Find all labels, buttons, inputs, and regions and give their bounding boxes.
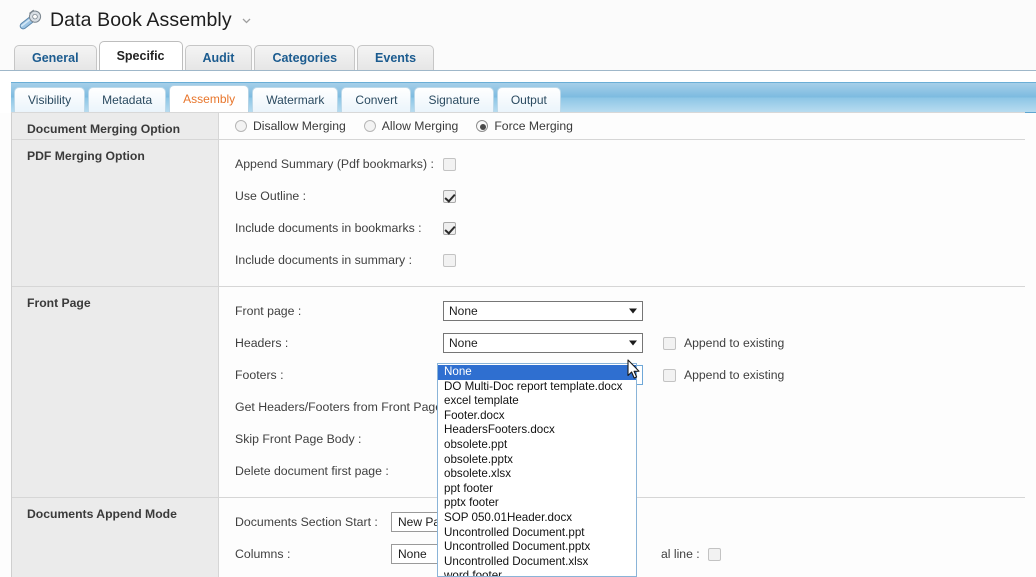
- footers-dropdown-list[interactable]: None DO Multi-Doc report template.docx exc…: [437, 363, 637, 577]
- radio-force-merging-indicator: [476, 120, 489, 132]
- label-include-documents-in-bookmarks: Include documents in bookmarks :: [235, 221, 422, 235]
- footers-dropdown-option[interactable]: excel template: [438, 394, 636, 409]
- checkbox-include-documents-in-summary[interactable]: [443, 253, 456, 267]
- footers-dropdown-option[interactable]: pptx footer: [438, 496, 636, 511]
- titlebar: Data Book Assembly: [0, 0, 1036, 41]
- select-headers-value: None: [449, 336, 478, 350]
- field-headers: Headers : None Append to existing: [219, 327, 1025, 359]
- subtab-convert[interactable]: Convert: [341, 87, 412, 113]
- footers-dropdown-option[interactable]: obsolete.pptx: [438, 453, 636, 468]
- radio-force-merging[interactable]: Force Merging: [476, 119, 573, 133]
- radio-disallow-merging[interactable]: Disallow Merging: [235, 119, 346, 133]
- checkbox-use-outline[interactable]: [443, 189, 456, 203]
- footers-dropdown-option[interactable]: obsolete.ppt: [438, 438, 636, 453]
- label-use-outline: Use Outline :: [235, 189, 307, 203]
- chevron-down-icon[interactable]: [241, 15, 252, 26]
- field-headers-append-to-existing: Append to existing: [663, 336, 784, 350]
- radio-force-merging-label: Force Merging: [494, 119, 573, 133]
- radio-allow-merging-indicator: [363, 120, 376, 132]
- footers-dropdown-option[interactable]: word footer: [438, 569, 636, 576]
- select-headers[interactable]: None: [443, 333, 643, 353]
- label-footers: Footers :: [235, 368, 284, 382]
- field-footers-append-to-existing: Append to existing: [663, 368, 784, 382]
- checkbox-vertical-line[interactable]: [707, 547, 721, 561]
- radio-disallow-merging-label: Disallow Merging: [253, 119, 346, 133]
- tab-events[interactable]: Events: [357, 45, 435, 70]
- checkbox-append-summary[interactable]: [443, 157, 456, 171]
- section-label-document-merging: Document Merging Option: [12, 113, 219, 139]
- section-label-documents-append-mode: Documents Append Mode: [12, 498, 219, 577]
- checkbox-footers-append-to-existing[interactable]: [663, 368, 676, 382]
- checkbox-include-documents-in-bookmarks[interactable]: [443, 221, 456, 235]
- section-label-front-page: Front Page: [12, 287, 219, 497]
- footers-dropdown-option[interactable]: Footer.docx: [438, 409, 636, 424]
- subtab-signature[interactable]: Signature: [414, 87, 494, 113]
- page-title: Data Book Assembly: [50, 9, 232, 31]
- tab-audit[interactable]: Audit: [184, 45, 253, 70]
- field-vertical-line: al line :: [661, 547, 729, 561]
- section-document-merging: Document Merging Option Disallow Merging…: [12, 113, 1025, 140]
- label-skip-front-page-body: Skip Front Page Body :: [235, 432, 362, 446]
- footers-dropdown-option[interactable]: Uncontrolled Document.pptx: [438, 540, 636, 555]
- footers-dropdown-option[interactable]: HeadersFooters.docx: [438, 423, 636, 438]
- label-append-summary: Append Summary (Pdf bookmarks) :: [235, 157, 434, 171]
- checkbox-headers-append-to-existing[interactable]: [663, 336, 676, 350]
- footers-dropdown-option[interactable]: None: [438, 365, 636, 380]
- subtab-assembly[interactable]: Assembly: [169, 85, 250, 113]
- radio-allow-merging-label: Allow Merging: [381, 119, 459, 133]
- label-get-headers-footers-from-front-page: Get Headers/Footers from Front Page :: [235, 400, 449, 414]
- wrench-icon: [19, 9, 42, 29]
- subtab-metadata[interactable]: Metadata: [88, 87, 167, 113]
- tab-general[interactable]: General: [14, 45, 97, 70]
- label-delete-document-first-page: Delete document first page :: [235, 464, 389, 478]
- field-append-summary: Append Summary (Pdf bookmarks) :: [219, 148, 1025, 180]
- tab-specific[interactable]: Specific: [98, 41, 183, 70]
- sub-tab-bar: Visibility Metadata Assembly Watermark C…: [0, 71, 1036, 113]
- label-headers-append-to-existing: Append to existing: [684, 336, 785, 350]
- label-columns: Columns :: [235, 547, 291, 561]
- label-front-page: Front page :: [235, 304, 302, 318]
- select-front-page-value: None: [449, 304, 478, 318]
- field-include-documents-in-summary: Include documents in summary :: [219, 244, 1025, 276]
- subtab-watermark[interactable]: Watermark: [252, 87, 339, 113]
- assembly-settings-screen: Data Book Assembly General Specific Audi…: [0, 0, 1036, 577]
- mouse-cursor-icon: [627, 359, 640, 379]
- footers-dropdown-option[interactable]: DO Multi-Doc report template.docx: [438, 380, 636, 395]
- main-tab-bar: General Specific Audit Categories Events: [0, 41, 1036, 71]
- field-front-page: Front page : None: [219, 295, 1025, 327]
- chevron-down-icon: [629, 308, 637, 314]
- tab-categories[interactable]: Categories: [254, 45, 356, 70]
- label-documents-section-start: Documents Section Start :: [235, 515, 378, 529]
- field-use-outline: Use Outline :: [219, 180, 1025, 212]
- label-footers-append-to-existing: Append to existing: [684, 368, 785, 382]
- radio-allow-merging[interactable]: Allow Merging: [363, 119, 459, 133]
- radio-disallow-merging-indicator: [235, 120, 247, 132]
- label-headers: Headers :: [235, 336, 289, 350]
- chevron-down-icon: [629, 340, 637, 346]
- label-include-documents-in-summary: Include documents in summary :: [235, 253, 413, 267]
- subtab-output[interactable]: Output: [496, 87, 561, 113]
- select-front-page[interactable]: None: [443, 301, 643, 321]
- footers-dropdown-option[interactable]: ppt footer: [438, 482, 636, 497]
- subtab-visibility[interactable]: Visibility: [14, 87, 86, 113]
- label-vertical-line: al line :: [661, 547, 700, 561]
- footers-dropdown-option[interactable]: Uncontrolled Document.xlsx: [438, 555, 636, 570]
- footers-dropdown-option[interactable]: SOP 050.01Header.docx: [438, 511, 636, 526]
- footers-dropdown-option[interactable]: obsolete.xlsx: [438, 467, 636, 482]
- section-label-pdf-merging: PDF Merging Option: [12, 140, 219, 286]
- section-pdf-merging: PDF Merging Option Append Summary (Pdf b…: [12, 140, 1025, 287]
- field-include-documents-in-bookmarks: Include documents in bookmarks :: [219, 212, 1025, 244]
- footers-dropdown-option[interactable]: Uncontrolled Document.ppt: [438, 526, 636, 541]
